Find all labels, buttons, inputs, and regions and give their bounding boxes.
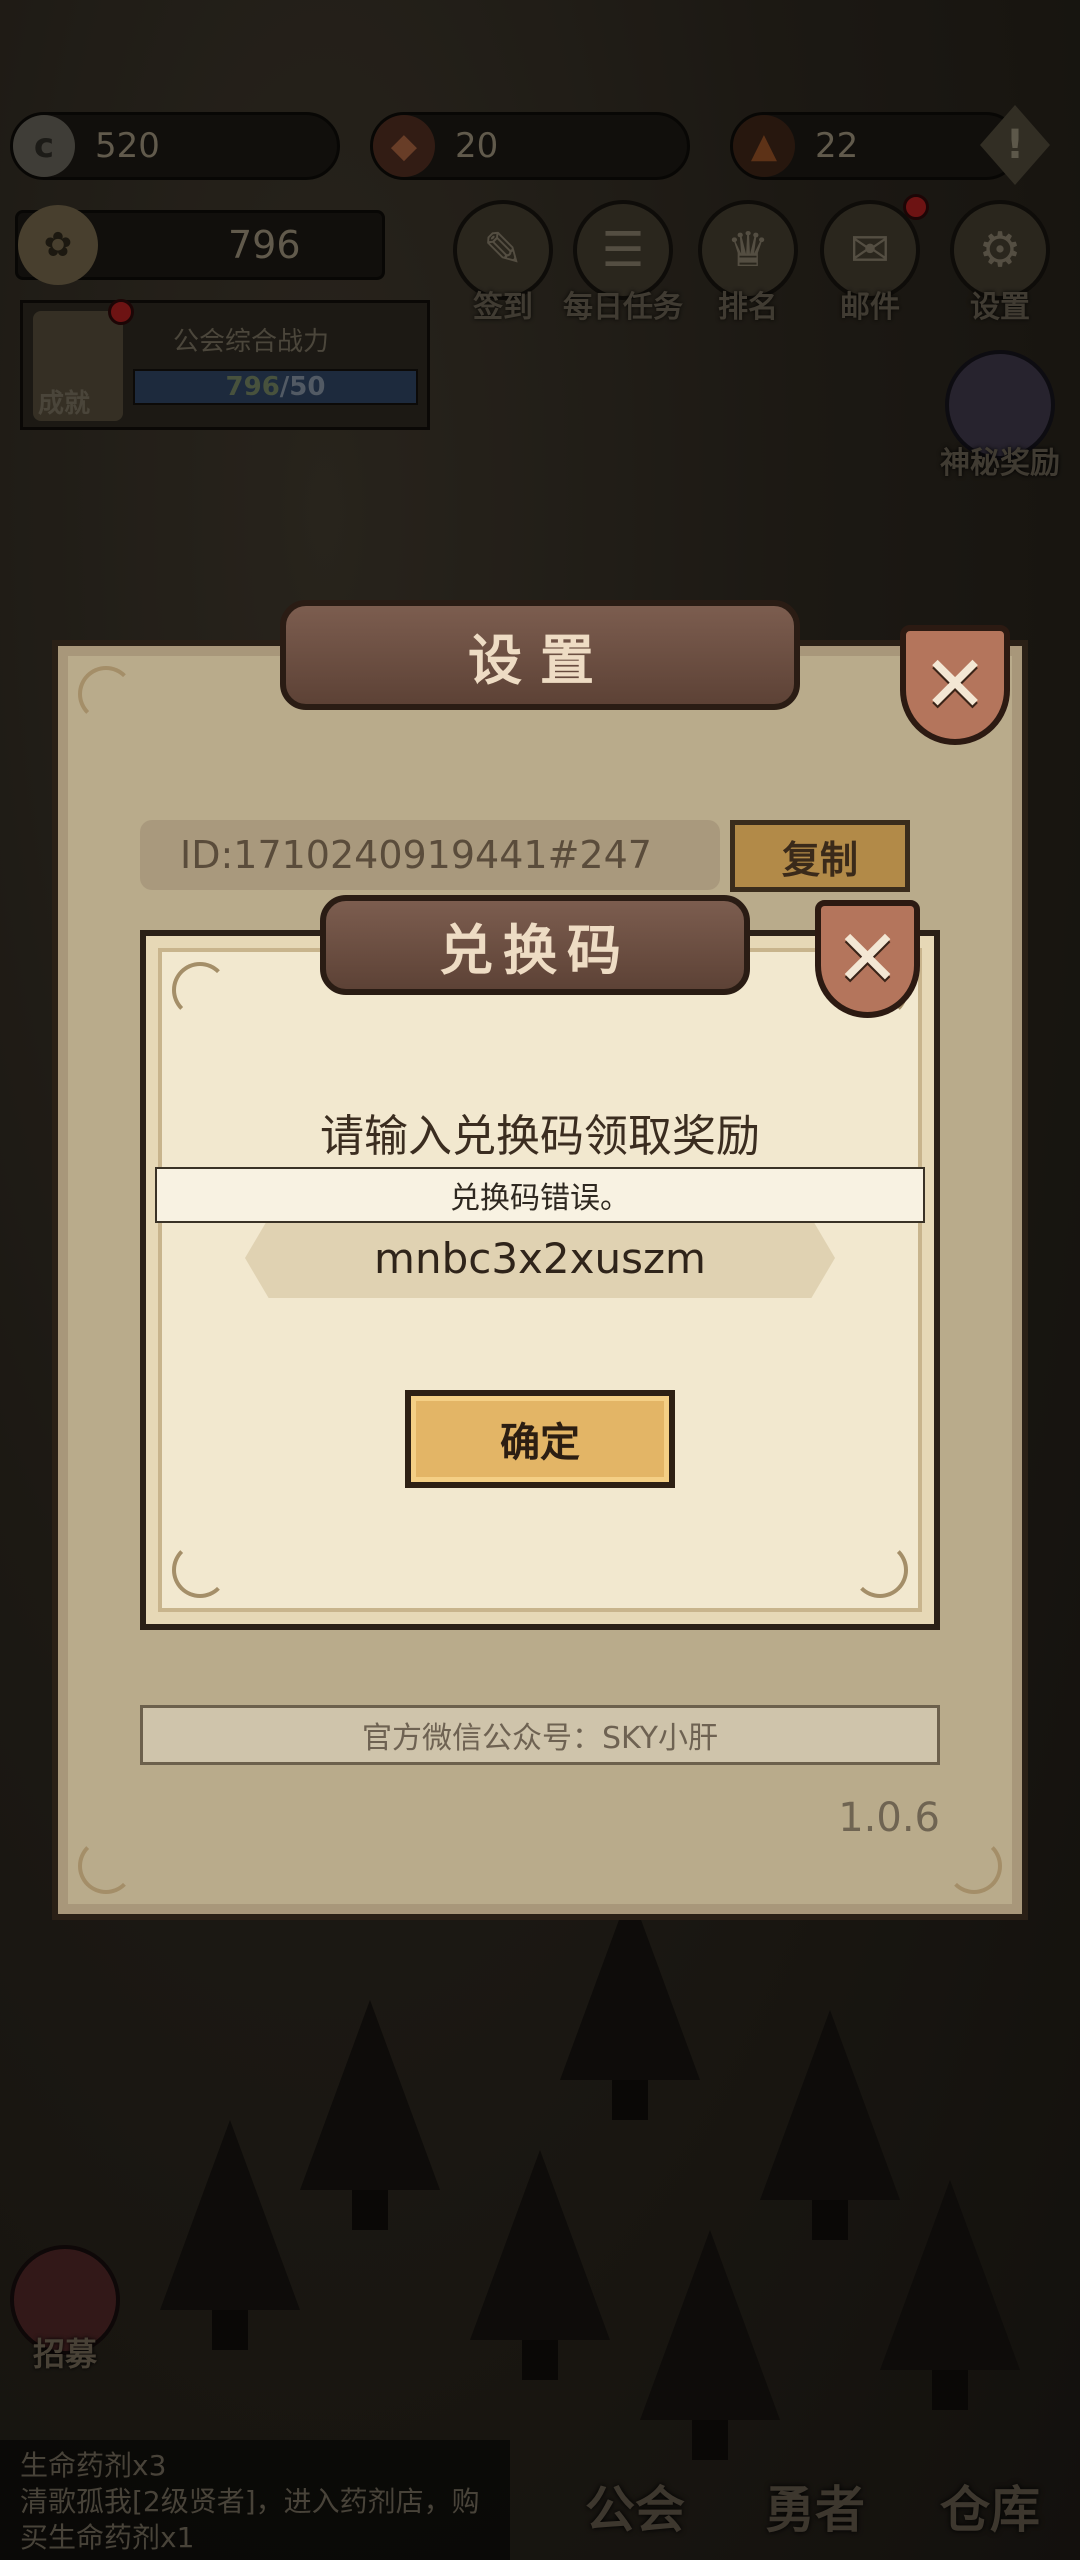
corner-ornament — [172, 962, 228, 1018]
error-toast-text: 兑换码错误。 — [450, 1181, 630, 1216]
version-label: 1.0.6 — [838, 1795, 940, 1841]
confirm-label: 确定 — [500, 1420, 580, 1466]
settings-title: 设置 — [468, 627, 612, 692]
settings-title-banner: 设置 — [280, 600, 800, 710]
confirm-button[interactable]: 确定 — [405, 1390, 675, 1488]
close-icon: ✕ — [922, 640, 988, 730]
wechat-account-info: 官方微信公众号：SKY小肝 — [140, 1705, 940, 1765]
copy-label: 复制 — [781, 837, 858, 882]
corner-ornament — [946, 1838, 1002, 1894]
redeem-close-button[interactable]: ✕ — [815, 900, 920, 1018]
redeem-prompt: 请输入兑换码领取奖励 — [320, 1111, 760, 1162]
redeem-code-value: mnbc3x2xuszm — [374, 1233, 706, 1283]
player-id-field: ID:1710240919441#247 — [140, 820, 720, 890]
error-toast: 兑换码错误。 — [155, 1167, 925, 1223]
player-id: ID:1710240919441#247 — [180, 833, 652, 877]
corner-ornament — [172, 1542, 228, 1598]
redeem-title: 兑换码 — [439, 917, 631, 982]
corner-ornament — [78, 1838, 134, 1894]
copy-id-button[interactable]: 复制 — [730, 820, 910, 892]
corner-ornament — [78, 666, 134, 722]
redeem-code-input[interactable]: mnbc3x2xuszm — [245, 1218, 835, 1298]
corner-ornament — [852, 1542, 908, 1598]
close-icon: ✕ — [834, 914, 901, 1004]
redeem-title-banner: 兑换码 — [320, 895, 750, 995]
settings-close-button[interactable]: ✕ — [900, 625, 1010, 745]
wechat-text: 官方微信公众号：SKY小肝 — [362, 1721, 718, 1756]
